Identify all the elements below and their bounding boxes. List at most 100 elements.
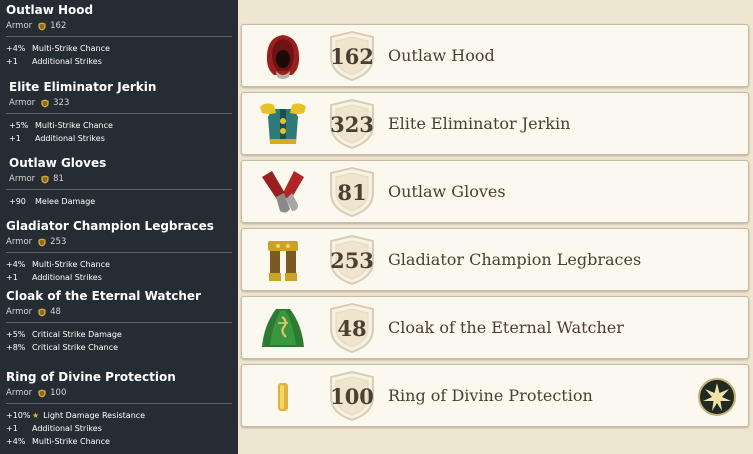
tooltip-gladiator-champion-legbraces: Gladiator Champion Legbraces Armor 253 +…: [0, 219, 238, 284]
item-card-outlaw-hood[interactable]: 162 Outlaw Hood: [241, 24, 749, 87]
armor-value: 162: [50, 21, 67, 31]
armor-badge: 100: [329, 371, 375, 421]
armor-shield-icon: [38, 238, 46, 247]
tooltip-cloak-of-the-eternal-watcher: Cloak of the Eternal Watcher Armor 48 +5…: [0, 289, 238, 354]
tooltip-divider: [6, 322, 232, 323]
armor-label: Armor: [6, 307, 33, 317]
armor-shield-icon: [38, 389, 46, 398]
tooltip-divider: [6, 36, 232, 37]
stat-value: +5%: [9, 121, 29, 130]
tooltip-armor-row: Armor 162: [0, 21, 238, 31]
item-card-elite-eliminator-jerkin[interactable]: 323 Elite Eliminator Jerkin: [241, 92, 749, 155]
item-card-outlaw-gloves[interactable]: 81 Outlaw Gloves: [241, 160, 749, 223]
stat-value: +8%: [6, 343, 26, 352]
stat-label: Light Damage Resistance: [43, 411, 146, 420]
stat-value: +1: [9, 134, 21, 143]
star-icon: ★: [32, 411, 40, 420]
armor-value: 81: [53, 174, 64, 184]
armor-value: 323: [53, 98, 70, 108]
tooltip-stat: +4% Multi-Strike Chance: [0, 42, 238, 55]
stat-label: Multi-Strike Chance: [32, 44, 110, 53]
stat-value: +1: [6, 424, 18, 433]
tooltip-item-name: Gladiator Champion Legbraces: [6, 219, 214, 233]
armor-label: Armor: [6, 237, 33, 247]
stat-label: Critical Strike Chance: [32, 343, 119, 352]
stat-label: Additional Strikes: [32, 424, 102, 433]
armor-shield-icon: [38, 308, 46, 317]
armor-value: 48: [337, 315, 367, 341]
stat-value: +4%: [6, 260, 26, 269]
armor-badge: 81: [329, 167, 375, 217]
gloves-icon: [262, 171, 304, 213]
tooltip-item-name: Ring of Divine Protection: [6, 370, 176, 384]
armor-value: 48: [50, 307, 61, 317]
sun-emblem-icon[interactable]: [698, 378, 736, 416]
tooltip-stat: +1 Additional Strikes: [0, 422, 238, 435]
armor-value: 323: [330, 111, 374, 137]
armor-shield-icon: [41, 175, 49, 184]
stat-label: Multi-Strike Chance: [35, 121, 113, 130]
armor-label: Armor: [6, 21, 33, 31]
armor-value: 253: [330, 247, 374, 273]
tooltip-divider: [6, 252, 232, 253]
armor-label: Armor: [6, 388, 33, 398]
item-name: Ring of Divine Protection: [388, 386, 593, 405]
stat-label: Additional Strikes: [35, 134, 105, 143]
item-card-gladiator-champion-legbraces[interactable]: 253 Gladiator Champion Legbraces: [241, 228, 749, 291]
tooltip-armor-row: Armor 81: [0, 174, 238, 184]
tooltip-armor-row: Armor 48: [0, 307, 238, 317]
tooltip-outlaw-gloves: Outlaw Gloves Armor 81 +90 Melee Damage: [0, 156, 238, 208]
stat-value: +90: [9, 197, 26, 206]
stat-label: Multi-Strike Chance: [32, 437, 110, 446]
armor-badge: 323: [329, 99, 375, 149]
armor-value: 81: [337, 179, 367, 205]
tooltip-ring-of-divine-protection: Ring of Divine Protection Armor 100 +10%…: [0, 370, 238, 448]
stat-value: +5%: [6, 330, 26, 339]
tooltip-stat: +1 Additional Strikes: [0, 132, 238, 145]
stat-value: +4%: [6, 437, 26, 446]
tooltip-stat: +10% ★ Light Damage Resistance: [0, 409, 238, 422]
stat-value: +4%: [6, 44, 26, 53]
jerkin-icon: [260, 103, 306, 144]
equipment-list: 162 Outlaw Hood 323 Elite Eliminator Jer…: [238, 0, 753, 454]
tooltip-outlaw-hood: Outlaw Hood Armor 162 +4% Multi-Strike Ch…: [0, 3, 238, 68]
tooltip-divider: [6, 403, 232, 404]
stat-label: Multi-Strike Chance: [32, 260, 110, 269]
armor-value: 100: [330, 383, 374, 409]
tooltip-elite-eliminator-jerkin: Elite Eliminator Jerkin Armor 323 +5% Mul…: [0, 80, 238, 145]
tooltip-armor-row: Armor 100: [0, 388, 238, 398]
tooltip-item-name: Outlaw Gloves: [9, 156, 107, 170]
armor-badge: 253: [329, 235, 375, 285]
tooltip-panel: Outlaw Hood Armor 162 +4% Multi-Strike Ch…: [0, 0, 238, 454]
hood-icon: [266, 35, 300, 79]
item-card-ring-of-divine-protection[interactable]: 100 Ring of Divine Protection: [241, 364, 749, 427]
item-name: Cloak of the Eternal Watcher: [388, 318, 624, 337]
legbraces-icon: [268, 241, 298, 281]
tooltip-stat: +1 Additional Strikes: [0, 271, 238, 284]
tooltip-stat: +5% Multi-Strike Chance: [0, 119, 238, 132]
tooltip-stat: +4% Multi-Strike Chance: [0, 435, 238, 448]
armor-value: 162: [330, 43, 374, 69]
stat-label: Melee Damage: [35, 197, 96, 206]
stat-label: Critical Strike Damage: [32, 330, 122, 339]
armor-label: Armor: [9, 98, 36, 108]
armor-label: Armor: [9, 174, 36, 184]
armor-badge: 162: [329, 31, 375, 81]
tooltip-item-name: Outlaw Hood: [6, 3, 94, 17]
stat-value: +1: [6, 57, 18, 66]
armor-badge: 48: [329, 303, 375, 353]
tooltip-item-name: Cloak of the Eternal Watcher: [6, 289, 201, 303]
stat-value: +10%: [6, 411, 31, 420]
tooltip-stat: +1 Additional Strikes: [0, 55, 238, 68]
tooltip-stat: +90 Melee Damage: [0, 195, 238, 208]
stat-value: +1: [6, 273, 18, 282]
tooltip-item-name: Elite Eliminator Jerkin: [9, 80, 157, 94]
tooltip-armor-row: Armor 323: [0, 98, 238, 108]
item-name: Elite Eliminator Jerkin: [388, 114, 571, 133]
tooltip-stat: +8% Critical Strike Chance: [0, 341, 238, 354]
item-card-cloak-of-the-eternal-watcher[interactable]: 48 Cloak of the Eternal Watcher: [241, 296, 749, 359]
screen: Outlaw Hood Armor 162 +4% Multi-Strike Ch…: [0, 0, 753, 454]
tooltip-armor-row: Armor 253: [0, 237, 238, 247]
tooltip-divider: [6, 113, 232, 114]
item-name: Gladiator Champion Legbraces: [388, 250, 642, 269]
